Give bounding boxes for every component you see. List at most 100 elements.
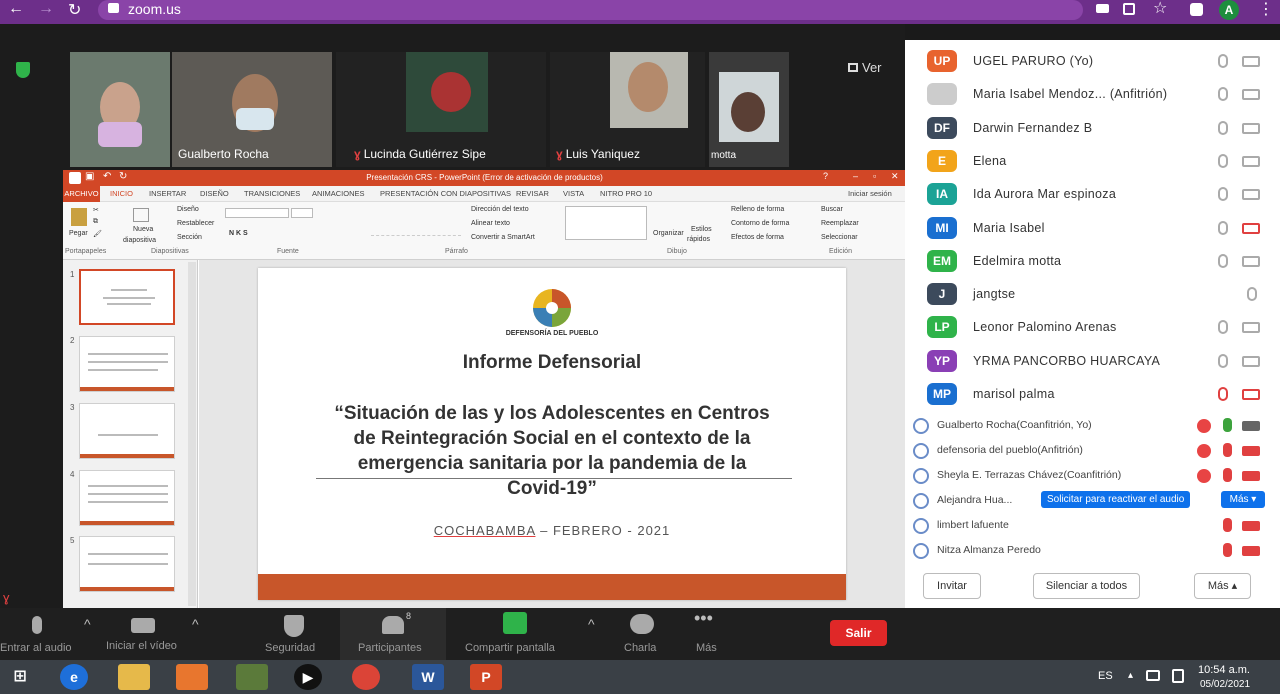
mic-icon[interactable] xyxy=(1218,253,1228,268)
app-icon[interactable] xyxy=(236,664,268,690)
mute-all-button[interactable]: Silenciar a todos xyxy=(1033,573,1140,599)
mic-icon[interactable] xyxy=(1218,220,1228,235)
video-icon[interactable] xyxy=(1242,122,1260,134)
participants-icon[interactable] xyxy=(382,616,404,634)
join-audio-button[interactable]: Entrar al audio xyxy=(0,642,72,654)
network-icon[interactable] xyxy=(1146,670,1160,681)
video-tile[interactable] xyxy=(70,52,170,167)
participant-row[interactable]: defensoria del pueblo(Anfitrión) xyxy=(905,438,1280,463)
mic-icon[interactable] xyxy=(1218,320,1228,335)
video-icon[interactable] xyxy=(1242,255,1260,267)
participant-row[interactable]: Jjangtse xyxy=(905,279,1280,312)
tab-insertar[interactable]: INSERTAR xyxy=(149,189,186,198)
media-player-icon[interactable] xyxy=(176,664,208,690)
copy-icon[interactable]: ⧉ xyxy=(93,218,98,226)
start-video-button[interactable]: Iniciar el vídeo xyxy=(106,640,177,652)
bold-icon[interactable]: N K S xyxy=(229,230,248,237)
video-icon[interactable] xyxy=(1242,355,1260,367)
brush-icon[interactable]: 🖌 xyxy=(93,230,102,238)
camera-icon[interactable] xyxy=(1096,4,1109,13)
translate-icon[interactable] xyxy=(1123,3,1135,15)
chat-icon[interactable] xyxy=(630,614,654,634)
video-off-icon[interactable] xyxy=(1242,389,1260,400)
muted-mic-icon[interactable] xyxy=(1223,443,1232,457)
language-indicator[interactable]: ES xyxy=(1098,670,1113,682)
volume-icon[interactable] xyxy=(1172,669,1184,683)
mic-icon[interactable] xyxy=(1218,54,1228,68)
url-text[interactable]: zoom.us xyxy=(128,1,181,17)
participant-row[interactable]: EM Edelmira motta xyxy=(905,246,1280,279)
chevron-up-icon[interactable]: ^ xyxy=(588,616,595,632)
muted-mic-icon[interactable] xyxy=(1223,543,1232,557)
font-size-field[interactable] xyxy=(291,208,313,218)
layout-button[interactable]: Diseño xyxy=(177,206,199,213)
maximize-icon[interactable]: ▫ xyxy=(873,171,876,181)
video-tile[interactable]: ɣ Luis Yaniquez xyxy=(550,52,705,167)
undo-icon[interactable]: ↶ xyxy=(103,171,111,182)
participant-row[interactable]: Maria Isabel Mendoz... (Anfitrión) xyxy=(905,79,1280,112)
mic-icon[interactable] xyxy=(32,616,42,634)
ie-icon[interactable]: e xyxy=(60,664,88,690)
video-tile[interactable]: Gualberto Rocha xyxy=(172,52,332,167)
arrange-button[interactable]: Organizar xyxy=(653,230,684,237)
clock-date[interactable]: 05/02/2021 xyxy=(1200,679,1250,690)
mic-icon[interactable] xyxy=(1247,287,1257,302)
shapes-gallery[interactable] xyxy=(565,206,647,240)
current-slide[interactable]: DEFENSORÍA DEL PUEBLO Informe Defensoria… xyxy=(258,268,846,600)
participant-row[interactable]: IA Ida Aurora Mar espinoza xyxy=(905,179,1280,212)
video-icon[interactable] xyxy=(1242,421,1260,431)
text-direction-button[interactable]: Dirección del texto xyxy=(471,206,529,213)
thumbnail-scrollbar[interactable] xyxy=(188,262,196,606)
align-text-button[interactable]: Alinear texto xyxy=(471,220,510,227)
file-explorer-icon[interactable] xyxy=(118,664,150,690)
extensions-icon[interactable] xyxy=(1190,3,1203,16)
share-screen-button[interactable]: Compartir pantalla xyxy=(465,642,555,654)
font-name-field[interactable] xyxy=(225,208,289,218)
reload-icon[interactable]: ↻ xyxy=(68,0,81,20)
paragraph-controls[interactable] xyxy=(371,208,461,236)
slide-thumbnail[interactable] xyxy=(79,336,175,392)
menu-icon[interactable]: ⋮ xyxy=(1258,0,1274,19)
video-off-icon[interactable] xyxy=(1242,446,1260,456)
video-off-icon[interactable] xyxy=(1242,222,1260,234)
back-icon[interactable]: ← xyxy=(8,0,24,18)
powerpoint-icon[interactable]: P xyxy=(470,664,502,690)
clock-time[interactable]: 10:54 a.m. xyxy=(1198,664,1250,676)
quick-styles-button[interactable]: Estilos xyxy=(691,226,712,233)
participant-row[interactable]: Sheyla E. Terrazas Chávez(Coanfitrión) xyxy=(905,463,1280,488)
participant-row[interactable]: DF Darwin Fernandez B xyxy=(905,113,1280,146)
mic-icon[interactable] xyxy=(1218,87,1228,102)
participants-button[interactable]: Participantes xyxy=(358,642,422,654)
tab-revisar[interactable]: REVISAR xyxy=(516,189,549,198)
section-button[interactable]: Sección xyxy=(177,234,202,241)
forward-icon[interactable]: → xyxy=(38,0,54,18)
muted-mic-icon[interactable] xyxy=(1223,518,1232,532)
shield-icon[interactable] xyxy=(284,615,304,637)
participant-row[interactable]: UP UGEL PARURO (Yo) xyxy=(905,46,1280,79)
slide-thumbnail[interactable] xyxy=(79,269,175,325)
quick-styles-label[interactable]: rápidos xyxy=(687,236,710,243)
participant-row[interactable]: Nitza Almanza Peredo xyxy=(905,538,1280,563)
chevron-up-icon[interactable]: ^ xyxy=(192,616,199,632)
word-icon[interactable]: W xyxy=(412,664,444,690)
replace-button[interactable]: Reemplazar xyxy=(821,220,859,227)
video-off-icon[interactable] xyxy=(1242,521,1260,531)
more-button[interactable]: Más xyxy=(696,642,717,654)
cut-icon[interactable]: ✂ xyxy=(93,206,99,214)
muted-mic-icon[interactable] xyxy=(1223,468,1232,482)
tab-archivo[interactable]: ARCHIVO xyxy=(63,186,100,202)
participant-row[interactable]: Gualberto Rocha(Coanfitrión, Yo) xyxy=(905,413,1280,438)
video-icon[interactable] xyxy=(131,618,155,633)
participant-row[interactable]: E Elena xyxy=(905,146,1280,179)
video-tile[interactable]: motta xyxy=(709,52,789,167)
help-icon[interactable]: ? xyxy=(823,171,828,181)
chrome-icon[interactable] xyxy=(352,664,380,690)
reset-button[interactable]: Restablecer xyxy=(177,220,214,227)
tab-diseno[interactable]: DISEÑO xyxy=(200,189,229,198)
shape-fill-button[interactable]: Relleno de forma xyxy=(731,206,784,213)
request-unmute-button[interactable]: Solicitar para reactivar el audio xyxy=(1041,491,1191,508)
shape-effects-button[interactable]: Efectos de forma xyxy=(731,234,784,241)
participant-row[interactable]: MP marisol palma xyxy=(905,379,1280,412)
video-icon[interactable] xyxy=(1242,322,1260,334)
invite-button[interactable]: Invitar xyxy=(923,573,981,599)
